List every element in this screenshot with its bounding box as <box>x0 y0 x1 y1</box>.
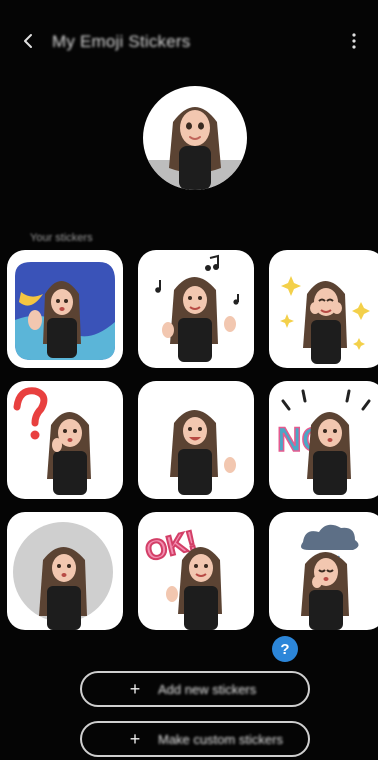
sticker-tile[interactable] <box>138 250 254 368</box>
sticker-tile[interactable] <box>138 381 254 499</box>
make-custom-stickers-label: Make custom stickers <box>158 731 283 747</box>
plus-icon: + <box>129 678 141 699</box>
sticker-tile[interactable] <box>269 512 378 630</box>
sticker-tile[interactable] <box>7 512 123 630</box>
sticker-tile[interactable] <box>7 381 123 499</box>
sticker-cloud <box>301 524 359 630</box>
sticker-waving-night <box>15 262 115 360</box>
sticker-ok: OK! <box>141 523 222 630</box>
sticker-tile[interactable] <box>7 250 123 368</box>
plus-icon: + <box>129 728 141 749</box>
screen: My Emoji Stickers Your stickers NO OK! ?… <box>0 0 378 760</box>
sticker-tile[interactable] <box>269 250 378 368</box>
sticker-question <box>13 387 91 495</box>
sticker-music-notes <box>155 254 239 362</box>
sticker-no: NO <box>276 389 371 495</box>
sticker-smiling <box>170 410 236 495</box>
sticker-grid: NO OK! <box>0 0 378 760</box>
sticker-sparkles <box>280 276 370 364</box>
help-button[interactable]: ? <box>272 636 298 662</box>
sticker-tile[interactable]: NO <box>269 381 378 499</box>
help-label: ? <box>280 640 290 658</box>
make-custom-stickers-button[interactable]: + Make custom stickers <box>80 721 310 757</box>
sticker-gray-circle <box>13 522 113 630</box>
add-new-stickers-button[interactable]: + Add new stickers <box>80 671 310 707</box>
add-new-stickers-label: Add new stickers <box>158 681 257 697</box>
sticker-tile[interactable]: OK! <box>138 512 254 630</box>
